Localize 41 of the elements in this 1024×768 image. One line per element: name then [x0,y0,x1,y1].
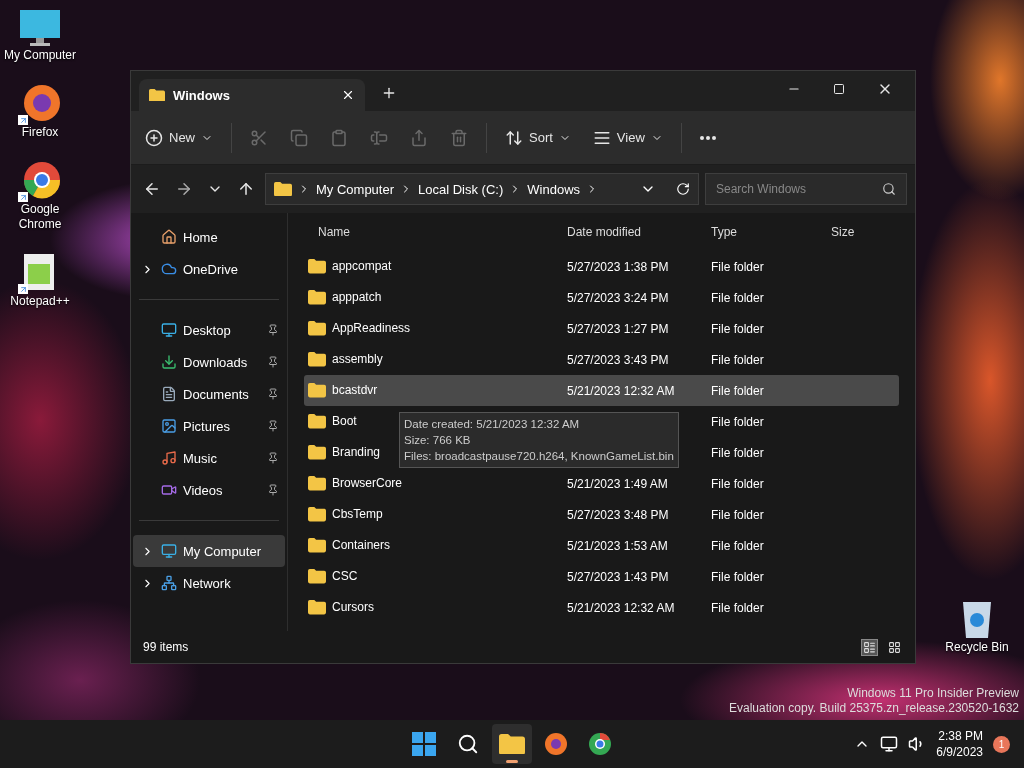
date-cell-text: 5/21/2023 1:49 AM [566,476,669,491]
item-count: 99 items [143,640,189,654]
file-name: apppatch [332,290,382,305]
date-cell-text: 5/27/2023 3:43 PM [566,352,670,367]
file-name: Cursors [332,600,374,615]
type-cell-text: File folder [710,507,765,522]
type-cell-text: File folder [710,538,765,553]
date-cell-text: 5/21/2023 12:32 AM [566,600,676,615]
date-cell-text: 5/27/2023 1:27 PM [566,321,670,336]
type-cell-text: File folder [710,414,765,429]
type-cell-text: File folder [710,476,765,491]
build-info-text: Windows 11 Pro Insider Preview [847,686,1019,701]
date-cell-text: 5/27/2023 1:38 PM [566,259,670,274]
file-name: appcompat [332,259,392,274]
file-name: CbsTemp [332,507,383,522]
type-cell-text: File folder [710,321,765,336]
tooltip-line: Files: broadcastpause720.h264, KnownGameList.bin [404,449,674,464]
date-cell-text: 5/21/2023 1:53 AM [566,538,669,553]
date-cell-text: 5/27/2023 3:24 PM [566,290,670,305]
tooltip-line: Date created: 5/21/2023 12:32 AM [404,417,581,432]
file-name: CSC [332,569,358,584]
tooltip-line: Size: 766 KB [404,433,472,448]
file-name: bcastdvr [332,383,378,398]
type-cell-text: File folder [710,383,765,398]
file-name: Boot [332,414,357,429]
build-info-text: Evaluation copy. Build 25375.zn_release.230520-1632 [729,701,1019,716]
tab-title: Windows [173,87,231,103]
date-cell-text: 5/27/2023 3:48 PM [566,507,670,522]
file-name: assembly [332,352,383,367]
date-cell-text: 5/21/2023 12:32 AM [566,383,676,398]
date-cell-text: 5/27/2023 1:43 PM [566,569,670,584]
file-name: Containers [332,538,391,553]
type-cell-text: File folder [710,569,765,584]
file-name: BrowserCore [332,476,403,491]
type-cell-text: File folder [710,259,765,274]
type-cell-text: File folder [710,600,765,615]
file-name: Branding [332,445,381,460]
type-cell-text: File folder [710,352,765,367]
type-cell-text: File folder [710,290,765,305]
type-cell-text: File folder [710,445,765,460]
file-name: AppReadiness [332,321,411,336]
